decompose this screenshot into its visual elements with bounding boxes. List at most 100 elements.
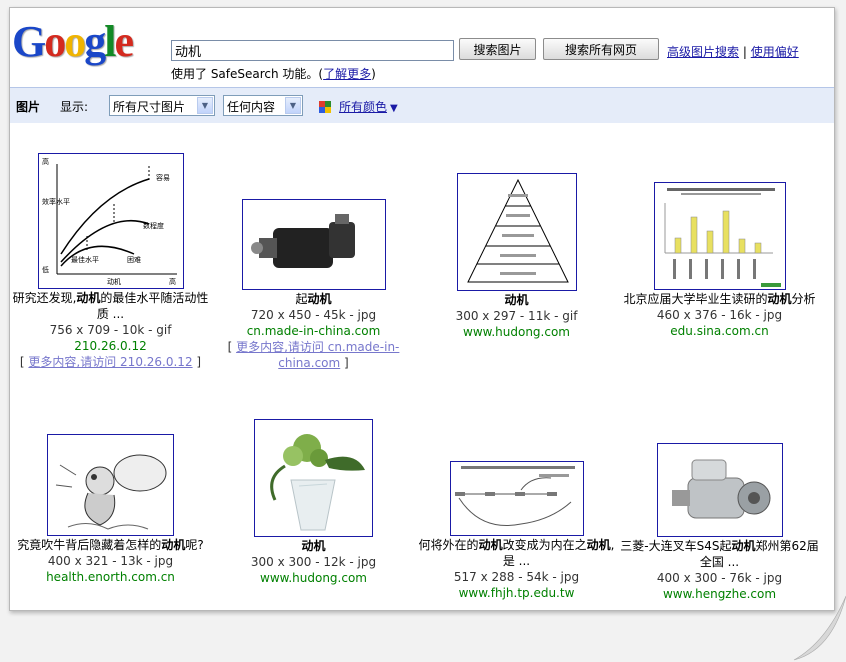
color-filter[interactable]: 所有颜色 ▼ — [339, 98, 398, 115]
results-page: Google 搜索图片 搜索所有网页 高级图片搜索 | 使用偏好 使用了 Saf… — [9, 7, 835, 611]
logo-letter: o — [64, 17, 86, 66]
image-size-select[interactable]: 所有尺寸图片 ▼ — [109, 95, 215, 116]
caption-keyword: 动机 — [301, 539, 326, 553]
result-host: www.fhjh.tp.edu.tw — [458, 586, 575, 600]
starter-motor-photo-thumbnail[interactable] — [241, 199, 386, 290]
bracket: [ — [227, 340, 237, 354]
caption-keyword: 动机 — [478, 538, 503, 552]
color-palette-icon — [319, 101, 331, 113]
bracket: ] — [340, 356, 349, 370]
content-type-select[interactable]: 任何内容 ▼ — [223, 95, 303, 116]
result-more: [ 更多内容,请访问 cn.made-in-china.com ] — [211, 339, 416, 371]
chart-axis-label: 低 — [42, 265, 49, 274]
chart-curve-label: 困难 — [127, 255, 141, 264]
starter-motor-photo-thumbnail[interactable] — [656, 443, 783, 537]
chart-axis-label: 效率水平 — [42, 197, 70, 206]
maslow-pyramid-thumbnail[interactable] — [456, 173, 577, 291]
logo-letter: e — [114, 17, 133, 66]
caption-text: 的最佳水平随活动性质 ... — [96, 291, 209, 321]
chart-curve-label: 数程度 — [143, 221, 164, 230]
search-images-button[interactable]: 搜索图片 — [459, 38, 536, 60]
search-web-button[interactable]: 搜索所有网页 — [543, 38, 659, 60]
chart-axis-label: 高 — [42, 157, 49, 166]
flower-arrangement-thumbnail[interactable] — [254, 419, 373, 537]
more-from-site-link[interactable]: 更多内容,请访问 210.26.0.12 — [28, 355, 192, 369]
result-host: www.hudong.com — [260, 571, 367, 585]
result-caption: 动机 — [414, 292, 619, 308]
result-more: [ 更多内容,请访问 210.26.0.12 ] — [10, 354, 213, 370]
result-host: www.hudong.com — [463, 325, 570, 339]
result-meta: 756 x 709 - 10k - gif — [49, 323, 172, 337]
result-caption: 研究还发现,动机的最佳水平随活动性质 ... — [10, 290, 213, 322]
result-meta: 300 x 300 - 12k - jpg — [250, 555, 377, 569]
filter-toolbar: 图片 显示: 所有尺寸图片 ▼ 任何内容 ▼ 所有颜色 ▼ — [10, 87, 834, 123]
result-caption: 起动机 — [211, 291, 416, 307]
toolbar-title: 图片 — [16, 100, 41, 114]
result-caption: 三菱-大连叉车S4S起动机郑州第62届全国 ... — [617, 538, 822, 570]
caption-text: 究竟吹牛背后隐藏着怎样的 — [17, 538, 162, 552]
result-meta: 720 x 450 - 45k - jpg — [250, 308, 377, 322]
caption-keyword: 动机 — [586, 538, 611, 552]
result-meta: 300 x 297 - 11k - gif — [455, 309, 578, 323]
caption-text: 起 — [295, 292, 308, 306]
result-meta: 517 x 288 - 54k - jpg — [453, 570, 580, 584]
result-item: 动机 300 x 300 - 12k - jpg www.hudong.com — [211, 419, 416, 586]
triangle-down-icon[interactable]: ▼ — [390, 103, 398, 114]
image-size-value: 所有尺寸图片 — [113, 100, 186, 114]
result-caption: 动机 — [211, 538, 416, 554]
caption-keyword: 动机 — [767, 292, 792, 306]
caption-keyword: 动机 — [76, 291, 101, 305]
caption-text: 三菱-大连叉车S4S起 — [620, 539, 732, 553]
caption-text: 分析 — [791, 292, 816, 306]
caption-keyword: 动机 — [504, 293, 529, 307]
advanced-image-search-link[interactable]: 高级图片搜索 — [667, 45, 739, 59]
logo-letter: o — [44, 17, 66, 66]
result-meta: 400 x 321 - 13k - jpg — [47, 554, 174, 568]
result-item: 高 效率水平 低 动机 高 容易 数程度 最佳水平 困难 研究还发现,动机的最佳… — [10, 153, 213, 370]
result-host: health.enorth.com.cn — [46, 570, 175, 584]
chart-axis-label: 高 — [169, 277, 176, 286]
chart-curve-label: 最佳水平 — [71, 255, 99, 264]
chart-axis-label: 动机 — [107, 277, 121, 286]
flow-diagram-thumbnail[interactable] — [449, 461, 584, 536]
link-separator: | — [742, 45, 747, 59]
safesearch-notice: 使用了 SafeSearch 功能。(了解更多) — [171, 65, 376, 82]
caption-keyword: 动机 — [161, 538, 186, 552]
result-host: 210.26.0.12 — [74, 339, 147, 353]
result-meta: 400 x 300 - 76k - jpg — [656, 571, 783, 585]
preferences-link[interactable]: 使用偏好 — [751, 45, 799, 59]
bar-chart-thumbnail[interactable] — [653, 182, 786, 290]
learn-more-link[interactable]: 了解更多 — [323, 67, 371, 81]
chevron-down-icon[interactable]: ▼ — [197, 97, 213, 114]
result-item: 北京应届大学毕业生读研的动机分析 460 x 376 - 16k - jpg e… — [617, 182, 822, 339]
caption-keyword: 动机 — [307, 292, 332, 306]
logo-letter: g — [84, 17, 106, 66]
result-item: 起动机 720 x 450 - 45k - jpg cn.made-in-chi… — [211, 199, 416, 371]
motivation-curve-chart-thumbnail[interactable]: 高 效率水平 低 动机 高 容易 数程度 最佳水平 困难 — [37, 153, 184, 289]
result-caption: 北京应届大学毕业生读研的动机分析 — [617, 291, 822, 307]
search-input[interactable] — [171, 40, 454, 61]
safesearch-text: 使用了 SafeSearch 功能。( — [171, 67, 324, 81]
chart-curve-label: 容易 — [156, 173, 170, 182]
result-host: cn.made-in-china.com — [246, 324, 381, 338]
result-item: 动机 300 x 297 - 11k - gif www.hudong.com — [414, 173, 619, 340]
top-links: 高级图片搜索 | 使用偏好 — [667, 43, 799, 60]
content-type-value: 任何内容 — [227, 100, 276, 114]
logo-letter: l — [104, 17, 116, 66]
all-colors-link[interactable]: 所有颜色 — [339, 100, 387, 114]
caption-text: 改变成为内在之 — [502, 538, 587, 552]
safesearch-text-end: ) — [371, 67, 376, 81]
cartoon-drawing-thumbnail[interactable] — [47, 434, 174, 536]
page-curl-icon — [786, 592, 846, 662]
caption-keyword: 动机 — [731, 539, 756, 553]
result-meta: 460 x 376 - 16k - jpg — [656, 308, 783, 322]
result-item: 三菱-大连叉车S4S起动机郑州第62届全国 ... 400 x 300 - 76… — [617, 443, 822, 602]
google-logo[interactable]: Google — [12, 17, 134, 66]
logo-letter: G — [12, 17, 46, 66]
more-from-site-link[interactable]: 更多内容,请访问 cn.made-in-china.com — [236, 340, 399, 370]
bracket: ] — [192, 355, 202, 369]
result-item: 何将外在的动机改变成为内在之动机,是 ... 517 x 288 - 54k -… — [414, 461, 619, 601]
chevron-down-icon[interactable]: ▼ — [285, 97, 301, 114]
caption-text: 研究还发现, — [12, 291, 77, 305]
caption-text: 北京应届大学毕业生读研的 — [623, 292, 768, 306]
